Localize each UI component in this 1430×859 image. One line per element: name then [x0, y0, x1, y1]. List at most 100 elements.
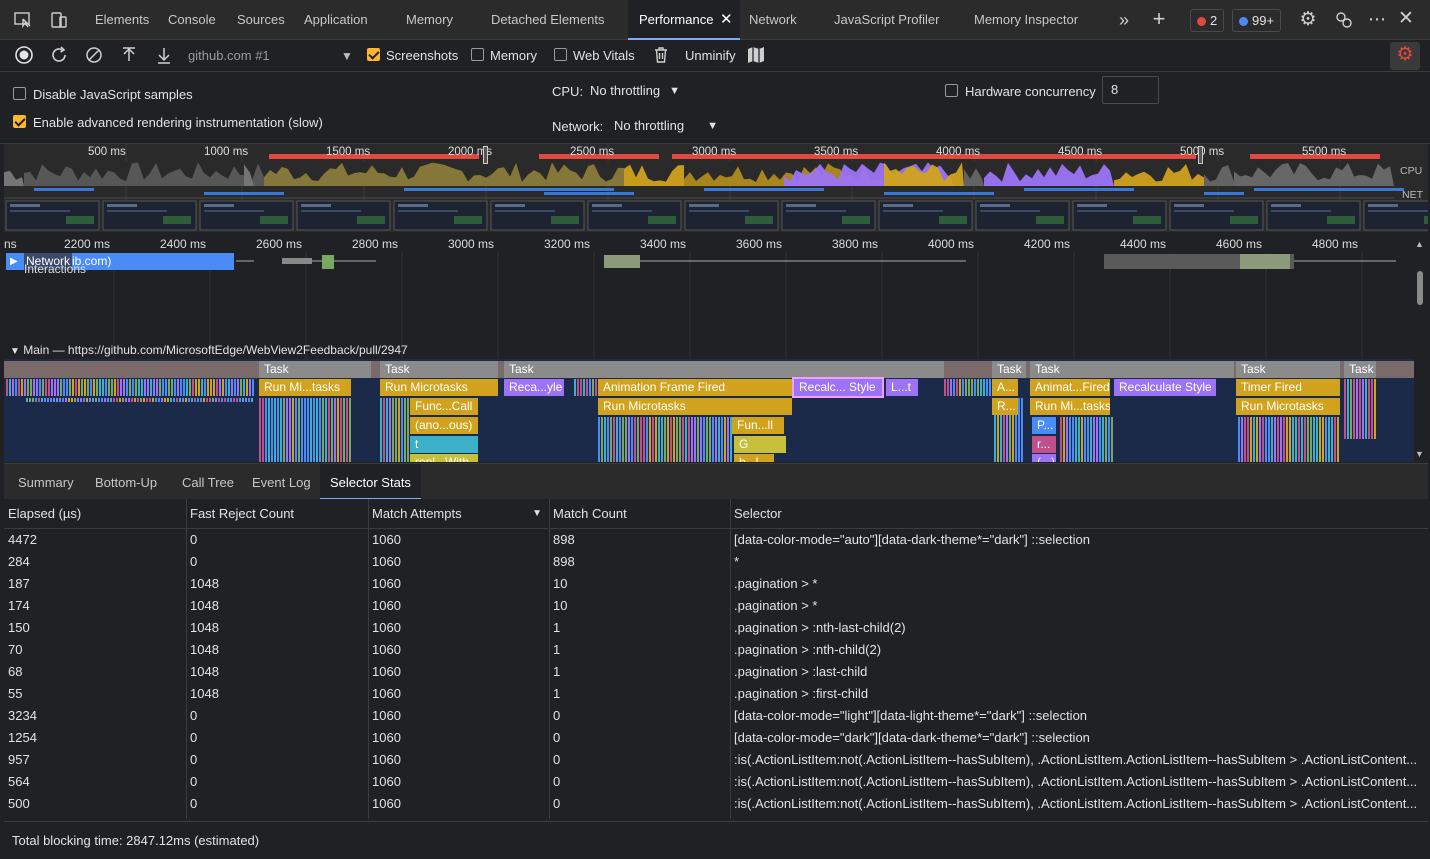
flame-task[interactable]: Task [259, 361, 371, 378]
reload-record-icon[interactable] [48, 45, 70, 71]
more-tabs-icon[interactable]: » [1114, 10, 1134, 30]
record-icon[interactable] [13, 45, 35, 71]
column-header-selector[interactable]: Selector [730, 499, 1428, 529]
flame-parse[interactable]: P... [1032, 417, 1056, 434]
close-tab-icon[interactable]: ✕ [720, 0, 733, 40]
map-icon[interactable] [745, 45, 767, 71]
flame-function[interactable]: b...l [734, 454, 774, 462]
cpu-throttling-select[interactable]: No throttling ▼ [582, 78, 686, 104]
table-row[interactable]: 4472 0 1060 898 [data-color-mode="auto"][dat… [4, 529, 1428, 551]
more-options-icon[interactable]: ⋯ [1366, 9, 1388, 29]
disable-js-samples-checkbox[interactable] [13, 87, 26, 100]
table-row[interactable]: 957 0 1060 0:is(.ActionListItem:not(.Action… [4, 749, 1428, 771]
network-throttling-select[interactable]: No throttling ▼ [606, 113, 724, 139]
flame-function[interactable]: G [734, 436, 786, 453]
flame-chart[interactable]: ns 2200 ms 2400 ms 2600 ms 2800 ms 3000 ms 320… [4, 233, 1428, 462]
flame-function[interactable]: (...) [1032, 454, 1056, 462]
unminify-label[interactable]: Unminify [685, 48, 736, 63]
target-dropdown-chevron-icon[interactable]: ▼ [338, 46, 356, 66]
flame-animation-frame-fired[interactable]: Animation Frame Fired [598, 379, 792, 396]
flame-task[interactable]: Task [504, 361, 944, 378]
tab-event-log[interactable]: Event Log [242, 464, 321, 500]
flame-recalculate-style-selected[interactable]: Recalc... Style [792, 377, 884, 398]
flame-function-call[interactable]: Fun...ll [732, 417, 784, 434]
flame-run-microtasks[interactable]: Run Microtasks [1236, 398, 1340, 415]
tab-bottom-up[interactable]: Bottom-Up [85, 464, 167, 500]
screenshots-checkbox[interactable] [367, 48, 380, 61]
table-row-partial[interactable] [4, 815, 1428, 819]
advanced-rendering-checkbox[interactable] [13, 115, 26, 128]
table-row[interactable]: 70 1048 1060 1 .pagination > :nth-child(2) [4, 639, 1428, 661]
table-row[interactable]: 564 0 1060 0:is(.ActionListItem:not(.Action… [4, 771, 1428, 793]
tab-network[interactable]: Network [749, 0, 797, 40]
settings-gear-icon[interactable]: ⚙ [1297, 10, 1319, 30]
column-header-elapsed[interactable]: Elapsed (µs) [4, 499, 186, 529]
column-header-fast-reject-count[interactable]: Fast Reject Count [186, 499, 368, 529]
hardware-concurrency-input[interactable]: 8 [1102, 76, 1159, 104]
hardware-concurrency-checkbox[interactable] [945, 84, 958, 97]
tab-javascript-profiler[interactable]: JavaScript Profiler [834, 0, 939, 40]
download-profile-icon[interactable] [153, 45, 175, 71]
tab-detached-elements[interactable]: Detached Elements [491, 0, 604, 40]
flame-run-microtasks[interactable]: R... [992, 398, 1018, 415]
flame-function[interactable]: r... [1032, 436, 1056, 453]
flame-animation-frame[interactable]: A... [992, 379, 1018, 396]
flame-layout[interactable]: L...t [886, 379, 918, 396]
tab-memory[interactable]: Memory [406, 0, 453, 40]
flame-function-call[interactable]: Func...Call [410, 398, 478, 415]
flame-task[interactable]: Task [1030, 361, 1234, 378]
device-toolbar-icon[interactable] [48, 10, 70, 36]
flame-run-microtasks[interactable]: Run Mi...tasks [259, 379, 351, 396]
tab-summary[interactable]: Summary [8, 464, 84, 500]
table-row[interactable]: 187 1048 1060 10 .pagination > * [4, 573, 1428, 595]
table-row[interactable]: 500 0 1060 0:is(.ActionListItem:not(.Action… [4, 793, 1428, 815]
web-vitals-checkbox[interactable] [554, 48, 567, 61]
tab-memory-inspector[interactable]: Memory Inspector [974, 0, 1078, 40]
tab-performance[interactable]: Performance ✕ [628, 0, 740, 40]
scroll-up-icon[interactable]: ▲ [1415, 239, 1424, 249]
column-header-match-attempts[interactable]: Match Attempts ▼ [368, 499, 548, 529]
table-row[interactable]: 284 0 1060 898 * [4, 551, 1428, 573]
customize-devtools-icon[interactable] [1333, 10, 1355, 36]
flame-animation-frame-fired[interactable]: Animat...Fired [1030, 379, 1110, 396]
flame-scrollbar-thumb[interactable] [1417, 271, 1423, 305]
target-select[interactable]: github.com #1 [188, 48, 270, 63]
add-tab-icon[interactable]: + [1148, 8, 1170, 30]
close-devtools-icon[interactable]: ✕ [1395, 9, 1417, 29]
collect-garbage-icon[interactable] [650, 45, 672, 71]
flame-task[interactable]: Task [992, 361, 1026, 378]
flame-run-microtasks[interactable]: Run Mi...tasks [1030, 398, 1110, 415]
messages-badge[interactable]: 99+ [1232, 9, 1282, 32]
flame-function[interactable]: t [410, 436, 478, 453]
tab-elements[interactable]: Elements [95, 0, 149, 40]
tab-console[interactable]: Console [168, 0, 216, 40]
timeline-overview[interactable]: 500 ms 1000 ms 1500 ms 2000 ms 2500 ms 3000 m… [4, 144, 1428, 232]
flame-anonymous[interactable]: (ano...ous) [410, 417, 478, 434]
table-row[interactable]: 3234 0 1060 0 [data-color-mode="light"][data… [4, 705, 1428, 727]
memory-checkbox[interactable] [471, 48, 484, 61]
overview-right-handle[interactable] [1198, 146, 1203, 164]
tab-sources[interactable]: Sources [237, 0, 285, 40]
table-row[interactable]: 68 1048 1060 1 .pagination > :last-child [4, 661, 1428, 683]
clear-icon[interactable] [83, 45, 105, 71]
main-thread-header[interactable]: ▼ Main — https://github.com/MicrosoftEdg… [10, 343, 408, 357]
flame-task[interactable]: Task [380, 361, 498, 378]
table-row[interactable]: 150 1048 1060 1 .pagination > :nth-last-chil… [4, 617, 1428, 639]
inspect-element-icon[interactable] [12, 10, 34, 36]
upload-profile-icon[interactable] [118, 45, 140, 71]
flame-run-microtasks[interactable]: Run Microtasks [380, 379, 498, 396]
flame-run-microtasks[interactable]: Run Microtasks [598, 398, 792, 415]
flame-task[interactable]: Task [1236, 361, 1340, 378]
table-row[interactable]: 1254 0 1060 0 [data-color-mode="dark"][data-… [4, 727, 1428, 749]
table-row[interactable]: 174 1048 1060 10 .pagination > * [4, 595, 1428, 617]
flame-timer-fired[interactable]: Timer Fired [1236, 379, 1340, 396]
overview-left-handle[interactable] [483, 146, 488, 164]
flame-function[interactable]: repl...With [410, 454, 478, 462]
flame-recalculate-style[interactable]: Recalculate Style [1114, 379, 1216, 396]
tab-selector-stats[interactable]: Selector Stats [320, 464, 421, 500]
table-row[interactable]: 55 1048 1060 1 .pagination > :first-child [4, 683, 1428, 705]
capture-settings-button[interactable]: ⚙ [1390, 42, 1420, 70]
scroll-down-icon[interactable]: ▼ [1415, 449, 1424, 459]
tab-application[interactable]: Application [304, 0, 368, 40]
flame-recalculate-style[interactable]: Reca...yle [504, 379, 564, 396]
